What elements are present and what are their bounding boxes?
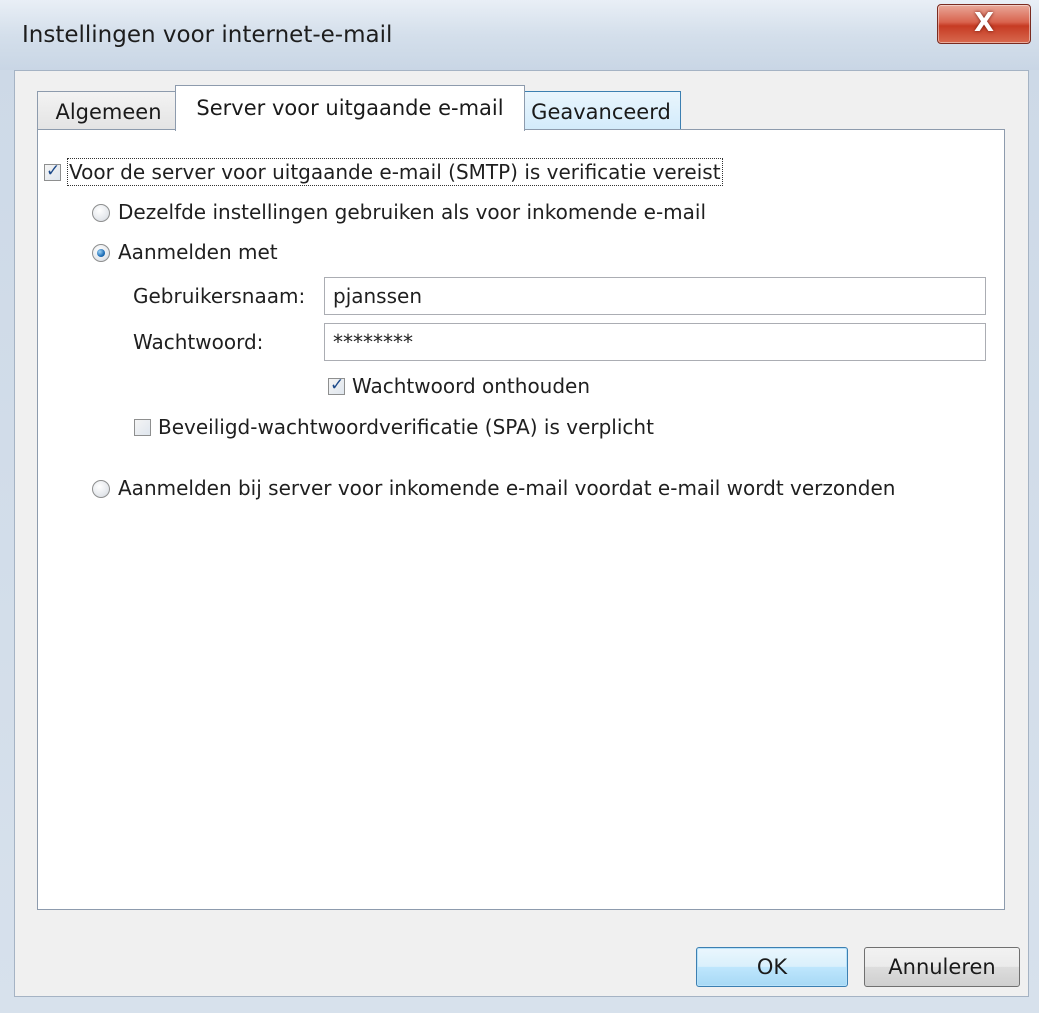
radio-selected-dot	[97, 249, 105, 257]
smtp-auth-checkbox[interactable]: ✓	[44, 161, 61, 181]
remember-password-label[interactable]: Wachtwoord onthouden	[352, 374, 590, 398]
spa-checkbox[interactable]	[134, 419, 151, 436]
tab-geavanceerd[interactable]: Geavanceerd	[521, 91, 681, 131]
tab-server-voor-uitgaande-e-mail[interactable]: Server voor uitgaande e-mail	[175, 85, 525, 131]
login-incoming-label[interactable]: Aanmelden bij server voor inkomende e-ma…	[118, 476, 895, 500]
same-settings-radio[interactable]	[92, 204, 110, 222]
tab-panel: ✓ Voor de server voor uitgaande e-mail (…	[37, 129, 1005, 910]
tab-label: Server voor uitgaande e-mail	[196, 96, 504, 120]
password-label: Wachtwoord:	[133, 330, 264, 354]
remember-password-checkbox[interactable]: ✓	[328, 375, 345, 395]
password-input[interactable]: ********	[324, 323, 986, 361]
login-with-radio[interactable]	[92, 244, 110, 262]
checkmark-icon: ✓	[330, 375, 345, 395]
username-input[interactable]: pjanssen	[324, 277, 986, 315]
close-button[interactable]: X	[937, 4, 1031, 44]
smtp-auth-label[interactable]: Voor de server voor uitgaande e-mail (SM…	[67, 158, 723, 186]
tab-label: Algemeen	[55, 100, 162, 124]
close-icon: X	[973, 8, 995, 38]
dialog-window: Instellingen voor internet-e-mail X Alge…	[0, 0, 1039, 1013]
tab-label: Geavanceerd	[531, 100, 671, 124]
spa-label[interactable]: Beveiligd-wachtwoordverificatie (SPA) is…	[158, 415, 654, 439]
ok-button[interactable]: OK	[696, 947, 848, 987]
tab-algemeen[interactable]: Algemeen	[37, 91, 180, 131]
same-settings-label[interactable]: Dezelfde instellingen gebruiken als voor…	[118, 200, 706, 224]
dialog-client-area: Algemeen Server voor uitgaande e-mail Ge…	[14, 70, 1029, 997]
cancel-button[interactable]: Annuleren	[864, 947, 1020, 987]
login-with-label[interactable]: Aanmelden met	[118, 240, 278, 264]
username-label: Gebruikersnaam:	[133, 284, 306, 308]
checkmark-icon: ✓	[46, 161, 61, 181]
window-title: Instellingen voor internet-e-mail	[22, 22, 393, 48]
login-incoming-radio[interactable]	[92, 480, 110, 498]
